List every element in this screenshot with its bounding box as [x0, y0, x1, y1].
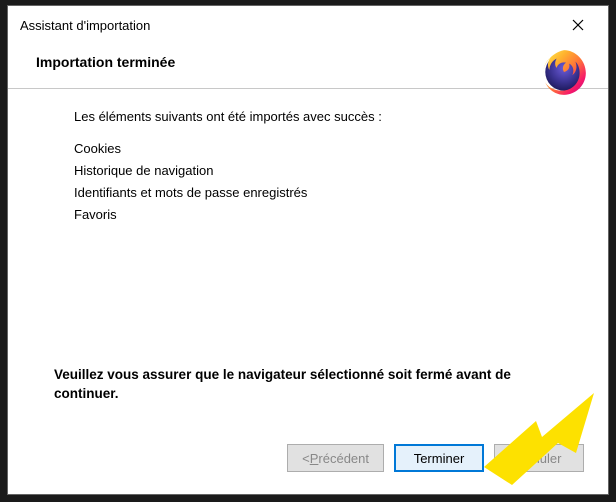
dialog-content: Les éléments suivants ont été importés a… [8, 89, 608, 414]
list-item: Historique de navigation [74, 160, 564, 182]
warning-message: Veuillez vous assurer que le navigateur … [54, 365, 544, 404]
list-item: Identifiants et mots de passe enregistré… [74, 182, 564, 204]
close-button[interactable] [558, 12, 598, 38]
titlebar: Assistant d'importation [8, 6, 608, 44]
close-icon [572, 19, 584, 31]
cancel-button: Annuler [494, 444, 584, 472]
list-item: Cookies [74, 138, 564, 160]
import-wizard-dialog: Assistant d'importation Importation term… [7, 5, 609, 495]
finish-button[interactable]: Terminer [394, 444, 484, 472]
imported-items-list: Cookies Historique de navigation Identif… [74, 138, 564, 226]
firefox-icon [538, 46, 590, 98]
success-message: Les éléments suivants ont été importés a… [74, 109, 564, 124]
list-item: Favoris [74, 204, 564, 226]
button-row: < Précédent Terminer Annuler [8, 414, 608, 494]
page-title: Importation terminée [36, 54, 548, 70]
back-button: < Précédent [287, 444, 384, 472]
dialog-header: Importation terminée [8, 44, 608, 88]
window-title: Assistant d'importation [20, 18, 150, 33]
